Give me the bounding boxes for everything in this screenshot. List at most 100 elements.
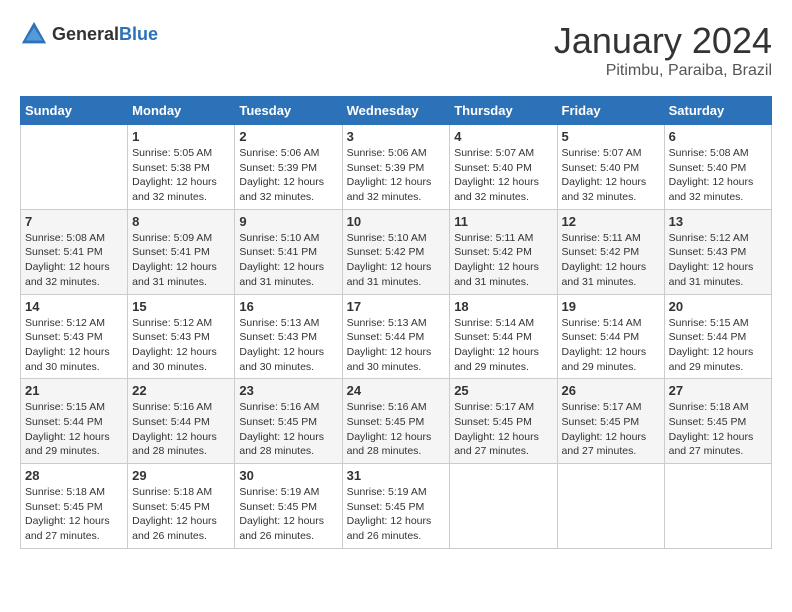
calendar-week-row: 7 Sunrise: 5:08 AMSunset: 5:41 PMDaylight…: [21, 209, 772, 294]
day-of-week-header: Monday: [128, 97, 235, 125]
day-info: Sunrise: 5:07 AMSunset: 5:40 PMDaylight:…: [454, 146, 552, 205]
day-number: 30: [239, 468, 337, 483]
calendar-cell: 21 Sunrise: 5:15 AMSunset: 5:44 PMDayligh…: [21, 379, 128, 464]
calendar-cell: [450, 464, 557, 549]
day-number: 19: [562, 299, 660, 314]
calendar-cell: [557, 464, 664, 549]
calendar-cell: 20 Sunrise: 5:15 AMSunset: 5:44 PMDayligh…: [664, 294, 771, 379]
calendar-cell: 4 Sunrise: 5:07 AMSunset: 5:40 PMDaylight…: [450, 125, 557, 210]
calendar-cell: 30 Sunrise: 5:19 AMSunset: 5:45 PMDayligh…: [235, 464, 342, 549]
calendar-cell: 26 Sunrise: 5:17 AMSunset: 5:45 PMDayligh…: [557, 379, 664, 464]
calendar-week-row: 1Sunrise: 5:05 AMSunset: 5:38 PMDaylight…: [21, 125, 772, 210]
day-of-week-header: Friday: [557, 97, 664, 125]
day-number: 28: [25, 468, 123, 483]
calendar-cell: 12 Sunrise: 5:11 AMSunset: 5:42 PMDayligh…: [557, 209, 664, 294]
day-number: 5: [562, 129, 660, 144]
day-info: Sunrise: 5:15 AMSunset: 5:44 PMDaylight:…: [25, 400, 123, 459]
day-number: 3: [347, 129, 446, 144]
day-of-week-header: Tuesday: [235, 97, 342, 125]
day-number: 7: [25, 214, 123, 229]
title-section: January 2024 Pitimbu, Paraiba, Brazil: [554, 20, 772, 80]
day-number: 29: [132, 468, 230, 483]
day-number: 31: [347, 468, 446, 483]
calendar-cell: 3 Sunrise: 5:06 AMSunset: 5:39 PMDaylight…: [342, 125, 450, 210]
calendar-cell: 19Sunrise: 5:14 AMSunset: 5:44 PMDayligh…: [557, 294, 664, 379]
calendar-cell: 5 Sunrise: 5:07 AMSunset: 5:40 PMDaylight…: [557, 125, 664, 210]
day-info: Sunrise: 5:13 AMSunset: 5:43 PMDaylight:…: [239, 316, 337, 375]
day-info: Sunrise: 5:16 AMSunset: 5:44 PMDaylight:…: [132, 400, 230, 459]
day-of-week-header: Wednesday: [342, 97, 450, 125]
day-number: 18: [454, 299, 552, 314]
day-number: 2: [239, 129, 337, 144]
calendar-body: 1Sunrise: 5:05 AMSunset: 5:38 PMDaylight…: [21, 125, 772, 549]
day-number: 24: [347, 383, 446, 398]
calendar-cell: 15Sunrise: 5:12 AMSunset: 5:43 PMDayligh…: [128, 294, 235, 379]
day-info: Sunrise: 5:06 AMSunset: 5:39 PMDaylight:…: [347, 146, 446, 205]
calendar-cell: 2 Sunrise: 5:06 AMSunset: 5:39 PMDaylight…: [235, 125, 342, 210]
calendar-cell: 18 Sunrise: 5:14 AMSunset: 5:44 PMDayligh…: [450, 294, 557, 379]
day-info: Sunrise: 5:06 AMSunset: 5:39 PMDaylight:…: [239, 146, 337, 205]
day-info: Sunrise: 5:09 AMSunset: 5:41 PMDaylight:…: [132, 231, 230, 290]
calendar-cell: 28 Sunrise: 5:18 AMSunset: 5:45 PMDayligh…: [21, 464, 128, 549]
logo-general: General: [52, 24, 119, 44]
day-info: Sunrise: 5:19 AMSunset: 5:45 PMDaylight:…: [239, 485, 337, 544]
calendar-week-row: 28 Sunrise: 5:18 AMSunset: 5:45 PMDayligh…: [21, 464, 772, 549]
day-number: 15: [132, 299, 230, 314]
day-number: 20: [669, 299, 767, 314]
day-of-week-header: Sunday: [21, 97, 128, 125]
day-number: 12: [562, 214, 660, 229]
day-info: Sunrise: 5:17 AMSunset: 5:45 PMDaylight:…: [562, 400, 660, 459]
calendar-cell: 10Sunrise: 5:10 AMSunset: 5:42 PMDayligh…: [342, 209, 450, 294]
calendar-cell: 27Sunrise: 5:18 AMSunset: 5:45 PMDayligh…: [664, 379, 771, 464]
calendar-cell: 13 Sunrise: 5:12 AMSunset: 5:43 PMDayligh…: [664, 209, 771, 294]
logo-icon: [20, 20, 48, 48]
day-info: Sunrise: 5:15 AMSunset: 5:44 PMDaylight:…: [669, 316, 767, 375]
calendar-cell: 24Sunrise: 5:16 AMSunset: 5:45 PMDayligh…: [342, 379, 450, 464]
calendar-cell: 22Sunrise: 5:16 AMSunset: 5:44 PMDayligh…: [128, 379, 235, 464]
day-number: 6: [669, 129, 767, 144]
calendar-cell: 7 Sunrise: 5:08 AMSunset: 5:41 PMDaylight…: [21, 209, 128, 294]
day-info: Sunrise: 5:12 AMSunset: 5:43 PMDaylight:…: [25, 316, 123, 375]
day-number: 1: [132, 129, 230, 144]
header: GeneralBlue January 2024 Pitimbu, Paraib…: [20, 20, 772, 80]
logo: GeneralBlue: [20, 20, 158, 48]
day-info: Sunrise: 5:07 AMSunset: 5:40 PMDaylight:…: [562, 146, 660, 205]
day-number: 4: [454, 129, 552, 144]
calendar-week-row: 21 Sunrise: 5:15 AMSunset: 5:44 PMDayligh…: [21, 379, 772, 464]
calendar-cell: [21, 125, 128, 210]
day-number: 10: [347, 214, 446, 229]
day-info: Sunrise: 5:19 AMSunset: 5:45 PMDaylight:…: [347, 485, 446, 544]
calendar-table: SundayMondayTuesdayWednesdayThursdayFrid…: [20, 96, 772, 549]
day-of-week-header: Saturday: [664, 97, 771, 125]
calendar-cell: 9Sunrise: 5:10 AMSunset: 5:41 PMDaylight…: [235, 209, 342, 294]
day-number: 14: [25, 299, 123, 314]
calendar-cell: 17Sunrise: 5:13 AMSunset: 5:44 PMDayligh…: [342, 294, 450, 379]
calendar-cell: 16Sunrise: 5:13 AMSunset: 5:43 PMDayligh…: [235, 294, 342, 379]
day-number: 25: [454, 383, 552, 398]
day-number: 13: [669, 214, 767, 229]
day-info: Sunrise: 5:18 AMSunset: 5:45 PMDaylight:…: [132, 485, 230, 544]
day-info: Sunrise: 5:10 AMSunset: 5:41 PMDaylight:…: [239, 231, 337, 290]
day-number: 21: [25, 383, 123, 398]
month-title: January 2024: [554, 20, 772, 62]
calendar-cell: [664, 464, 771, 549]
page-container: GeneralBlue January 2024 Pitimbu, Paraib…: [20, 20, 772, 549]
calendar-cell: 11Sunrise: 5:11 AMSunset: 5:42 PMDayligh…: [450, 209, 557, 294]
calendar-week-row: 14 Sunrise: 5:12 AMSunset: 5:43 PMDayligh…: [21, 294, 772, 379]
day-info: Sunrise: 5:12 AMSunset: 5:43 PMDaylight:…: [669, 231, 767, 290]
day-info: Sunrise: 5:16 AMSunset: 5:45 PMDaylight:…: [239, 400, 337, 459]
day-number: 17: [347, 299, 446, 314]
day-info: Sunrise: 5:14 AMSunset: 5:44 PMDaylight:…: [454, 316, 552, 375]
day-info: Sunrise: 5:08 AMSunset: 5:40 PMDaylight:…: [669, 146, 767, 205]
calendar-cell: 1Sunrise: 5:05 AMSunset: 5:38 PMDaylight…: [128, 125, 235, 210]
calendar-cell: 29 Sunrise: 5:18 AMSunset: 5:45 PMDayligh…: [128, 464, 235, 549]
day-of-week-header: Thursday: [450, 97, 557, 125]
day-info: Sunrise: 5:08 AMSunset: 5:41 PMDaylight:…: [25, 231, 123, 290]
calendar-cell: 14 Sunrise: 5:12 AMSunset: 5:43 PMDayligh…: [21, 294, 128, 379]
day-number: 26: [562, 383, 660, 398]
day-info: Sunrise: 5:18 AMSunset: 5:45 PMDaylight:…: [25, 485, 123, 544]
logo-blue: Blue: [119, 24, 158, 44]
day-number: 11: [454, 214, 552, 229]
day-info: Sunrise: 5:11 AMSunset: 5:42 PMDaylight:…: [562, 231, 660, 290]
day-number: 27: [669, 383, 767, 398]
